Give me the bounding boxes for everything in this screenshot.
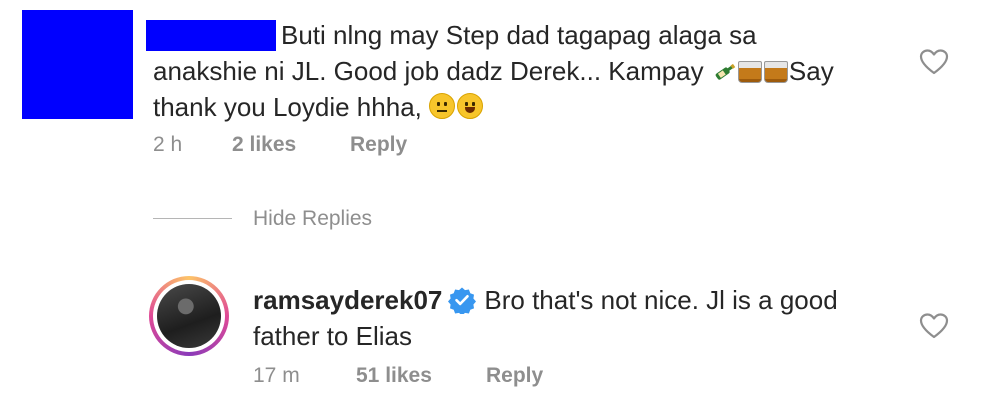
- redacted-avatar[interactable]: [22, 10, 133, 119]
- comment-line-3: thank you Loydie hhha,: [153, 92, 422, 122]
- hide-replies-button[interactable]: Hide Replies: [253, 207, 372, 231]
- like-heart-icon[interactable]: [919, 48, 949, 76]
- reply-line-2: father to Elias: [253, 321, 412, 351]
- comment-line-1: Buti nlng may Step dad tagapag alaga sa: [281, 20, 757, 50]
- verified-badge-icon: [448, 287, 477, 314]
- redacted-username[interactable]: [146, 20, 276, 51]
- reply-likes-count[interactable]: 51 likes: [356, 364, 432, 388]
- like-heart-icon[interactable]: [919, 312, 949, 340]
- comment-line-2: anakshie ni JL. Good job dadz Derek... K…: [153, 56, 704, 86]
- comment-line-2-end: Say: [788, 56, 834, 86]
- neutral-face-emoji: [429, 93, 456, 119]
- reply-body: ramsayderek07 Bro that's not nice. Jl is…: [253, 282, 893, 354]
- whisky-glass-emoji: [763, 61, 788, 83]
- comment-timestamp: 2 h: [153, 133, 183, 156]
- reply-reply-button[interactable]: Reply: [486, 364, 543, 388]
- hide-replies-divider: [153, 218, 232, 219]
- bottle-emoji: [715, 63, 736, 80]
- reply-avatar[interactable]: [149, 276, 229, 356]
- reply-line-1: Bro that's not nice. Jl is a good: [484, 285, 838, 315]
- reply-timestamp: 17 m: [253, 364, 300, 387]
- profile-photo: [157, 284, 221, 348]
- comment-likes-count[interactable]: 2 likes: [232, 133, 296, 157]
- laughing-face-emoji: [457, 93, 484, 119]
- reply-username[interactable]: ramsayderek07: [253, 285, 442, 315]
- whisky-glass-emoji: [737, 61, 762, 83]
- comment-reply-button[interactable]: Reply: [350, 133, 407, 157]
